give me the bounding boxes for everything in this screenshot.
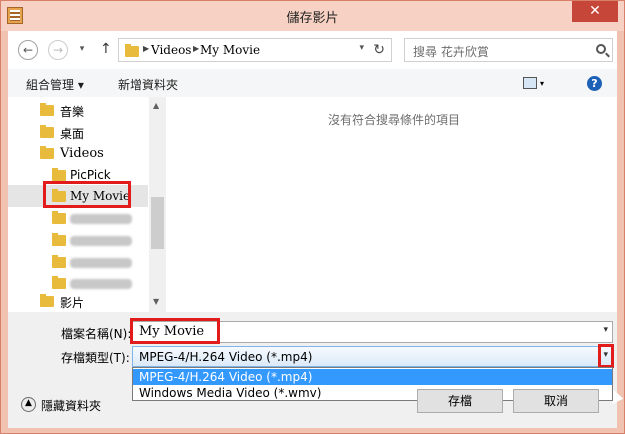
command-toolbar: 組合管理 ▾ 新增資料夾 ▾ ? [8, 69, 617, 97]
redacted-label [70, 236, 132, 246]
filetype-option-mp4[interactable]: MPEG-4/H.264 Video (*.mp4) [133, 369, 612, 385]
folder-icon [125, 44, 139, 57]
chevron-down-icon[interactable]: ▾ [540, 79, 544, 88]
search-box[interactable]: 搜尋 花卉欣賞 [404, 38, 613, 62]
filetype-select[interactable]: MPEG-4/H.264 Video (*.mp4) ▾ [132, 346, 613, 367]
navigation-bar: ← → ▾ ↑ ▶ Videos ▶ My Movie ▾ ↻ 搜尋 花卉欣賞 [8, 31, 617, 69]
breadcrumb-videos[interactable]: Videos [151, 43, 191, 57]
folder-icon [52, 168, 66, 181]
filetype-label: 存檔類型(T): [61, 351, 130, 365]
music-folder-icon [40, 103, 54, 116]
hide-folders-button[interactable]: 隱藏資料夾 [41, 397, 101, 414]
refresh-icon[interactable]: ↻ [373, 42, 385, 58]
tree-item-music[interactable]: 音樂 [8, 99, 148, 121]
videos-folder-icon [40, 146, 54, 159]
scroll-down-icon[interactable]: ▼ [153, 297, 159, 306]
view-icon[interactable] [523, 77, 537, 89]
save-button[interactable]: 存檔 [417, 389, 503, 413]
folder-icon [52, 276, 66, 289]
address-bar[interactable]: ▶ Videos ▶ My Movie ▾ ↻ [118, 38, 392, 62]
filename-label: 檔案名稱(N): [61, 327, 132, 341]
folder-icon [52, 211, 66, 224]
scroll-up-icon[interactable]: ▲ [153, 101, 159, 110]
tree-item-label: 桌面 [60, 127, 85, 141]
filetype-value: MPEG-4/H.264 Video (*.mp4) [139, 350, 313, 364]
option-label: MPEG-4/H.264 Video (*.mp4) [139, 370, 313, 384]
chevron-right-icon: ▶ [193, 44, 200, 53]
folder-icon [52, 255, 66, 268]
tree-item-movies[interactable]: 影片 [8, 290, 148, 312]
chevron-right-icon: ▶ [143, 44, 150, 53]
redacted-label [70, 279, 132, 289]
tree-item-blurred[interactable] [8, 229, 148, 251]
chevron-up-icon[interactable]: ▲ [21, 397, 36, 412]
breadcrumb-my-movie[interactable]: My Movie [200, 43, 260, 57]
redacted-label [70, 214, 132, 224]
highlight-box [598, 344, 614, 368]
tree-item-desktop[interactable]: 桌面 [8, 121, 148, 143]
up-arrow-icon[interactable]: ↑ [100, 41, 112, 57]
recent-locations-button[interactable]: ▾ [72, 40, 92, 60]
help-icon[interactable]: ? [587, 76, 602, 91]
forward-button[interactable]: → [48, 40, 68, 60]
chevron-down-icon[interactable]: ▾ [603, 325, 608, 335]
search-input[interactable]: 搜尋 花卉欣賞 [413, 43, 489, 60]
chevron-down-icon[interactable]: ▾ [359, 43, 364, 53]
tree-item-blurred[interactable] [8, 207, 148, 229]
tree-item-label: PicPick [70, 168, 111, 182]
scrollbar-thumb[interactable] [151, 197, 164, 249]
option-label: Windows Media Video (*.wmv) [139, 386, 322, 400]
organize-menu[interactable]: 組合管理 ▾ [26, 76, 84, 93]
tree-item-blurred[interactable] [8, 251, 148, 273]
highlight-box [130, 318, 220, 344]
cancel-button[interactable]: 取消 [513, 389, 599, 413]
tree-item-label: Videos [60, 146, 104, 161]
folder-icon [52, 233, 66, 246]
empty-message: 沒有符合搜尋條件的項目 [328, 113, 461, 127]
redacted-label [70, 258, 132, 268]
save-dialog: 儲存影片 ✕ ← → ▾ ↑ ▶ Videos ▶ My Movie ▾ ↻ 搜… [0, 0, 625, 434]
window-title: 儲存影片 [286, 11, 339, 26]
new-folder-button[interactable]: 新增資料夾 [118, 76, 178, 93]
title-bar[interactable]: 儲存影片 ✕ [1, 1, 624, 31]
close-button[interactable]: ✕ [572, 1, 618, 22]
tree-item-videos[interactable]: Videos [8, 142, 148, 164]
search-icon[interactable] [596, 44, 606, 54]
dialog-body: ← → ▾ ↑ ▶ Videos ▶ My Movie ▾ ↻ 搜尋 花卉欣賞 … [8, 31, 624, 428]
back-button[interactable]: ← [18, 40, 38, 60]
tree-item-label: 影片 [60, 296, 85, 310]
file-list-pane[interactable]: 沒有符合搜尋條件的項目 [166, 97, 617, 312]
tree-scrollbar[interactable]: ▲ ▼ [149, 97, 166, 312]
desktop-folder-icon [40, 125, 54, 138]
movies-folder-icon [40, 294, 54, 307]
tree-item-label: 音樂 [60, 105, 85, 119]
highlight-box [43, 181, 131, 208]
